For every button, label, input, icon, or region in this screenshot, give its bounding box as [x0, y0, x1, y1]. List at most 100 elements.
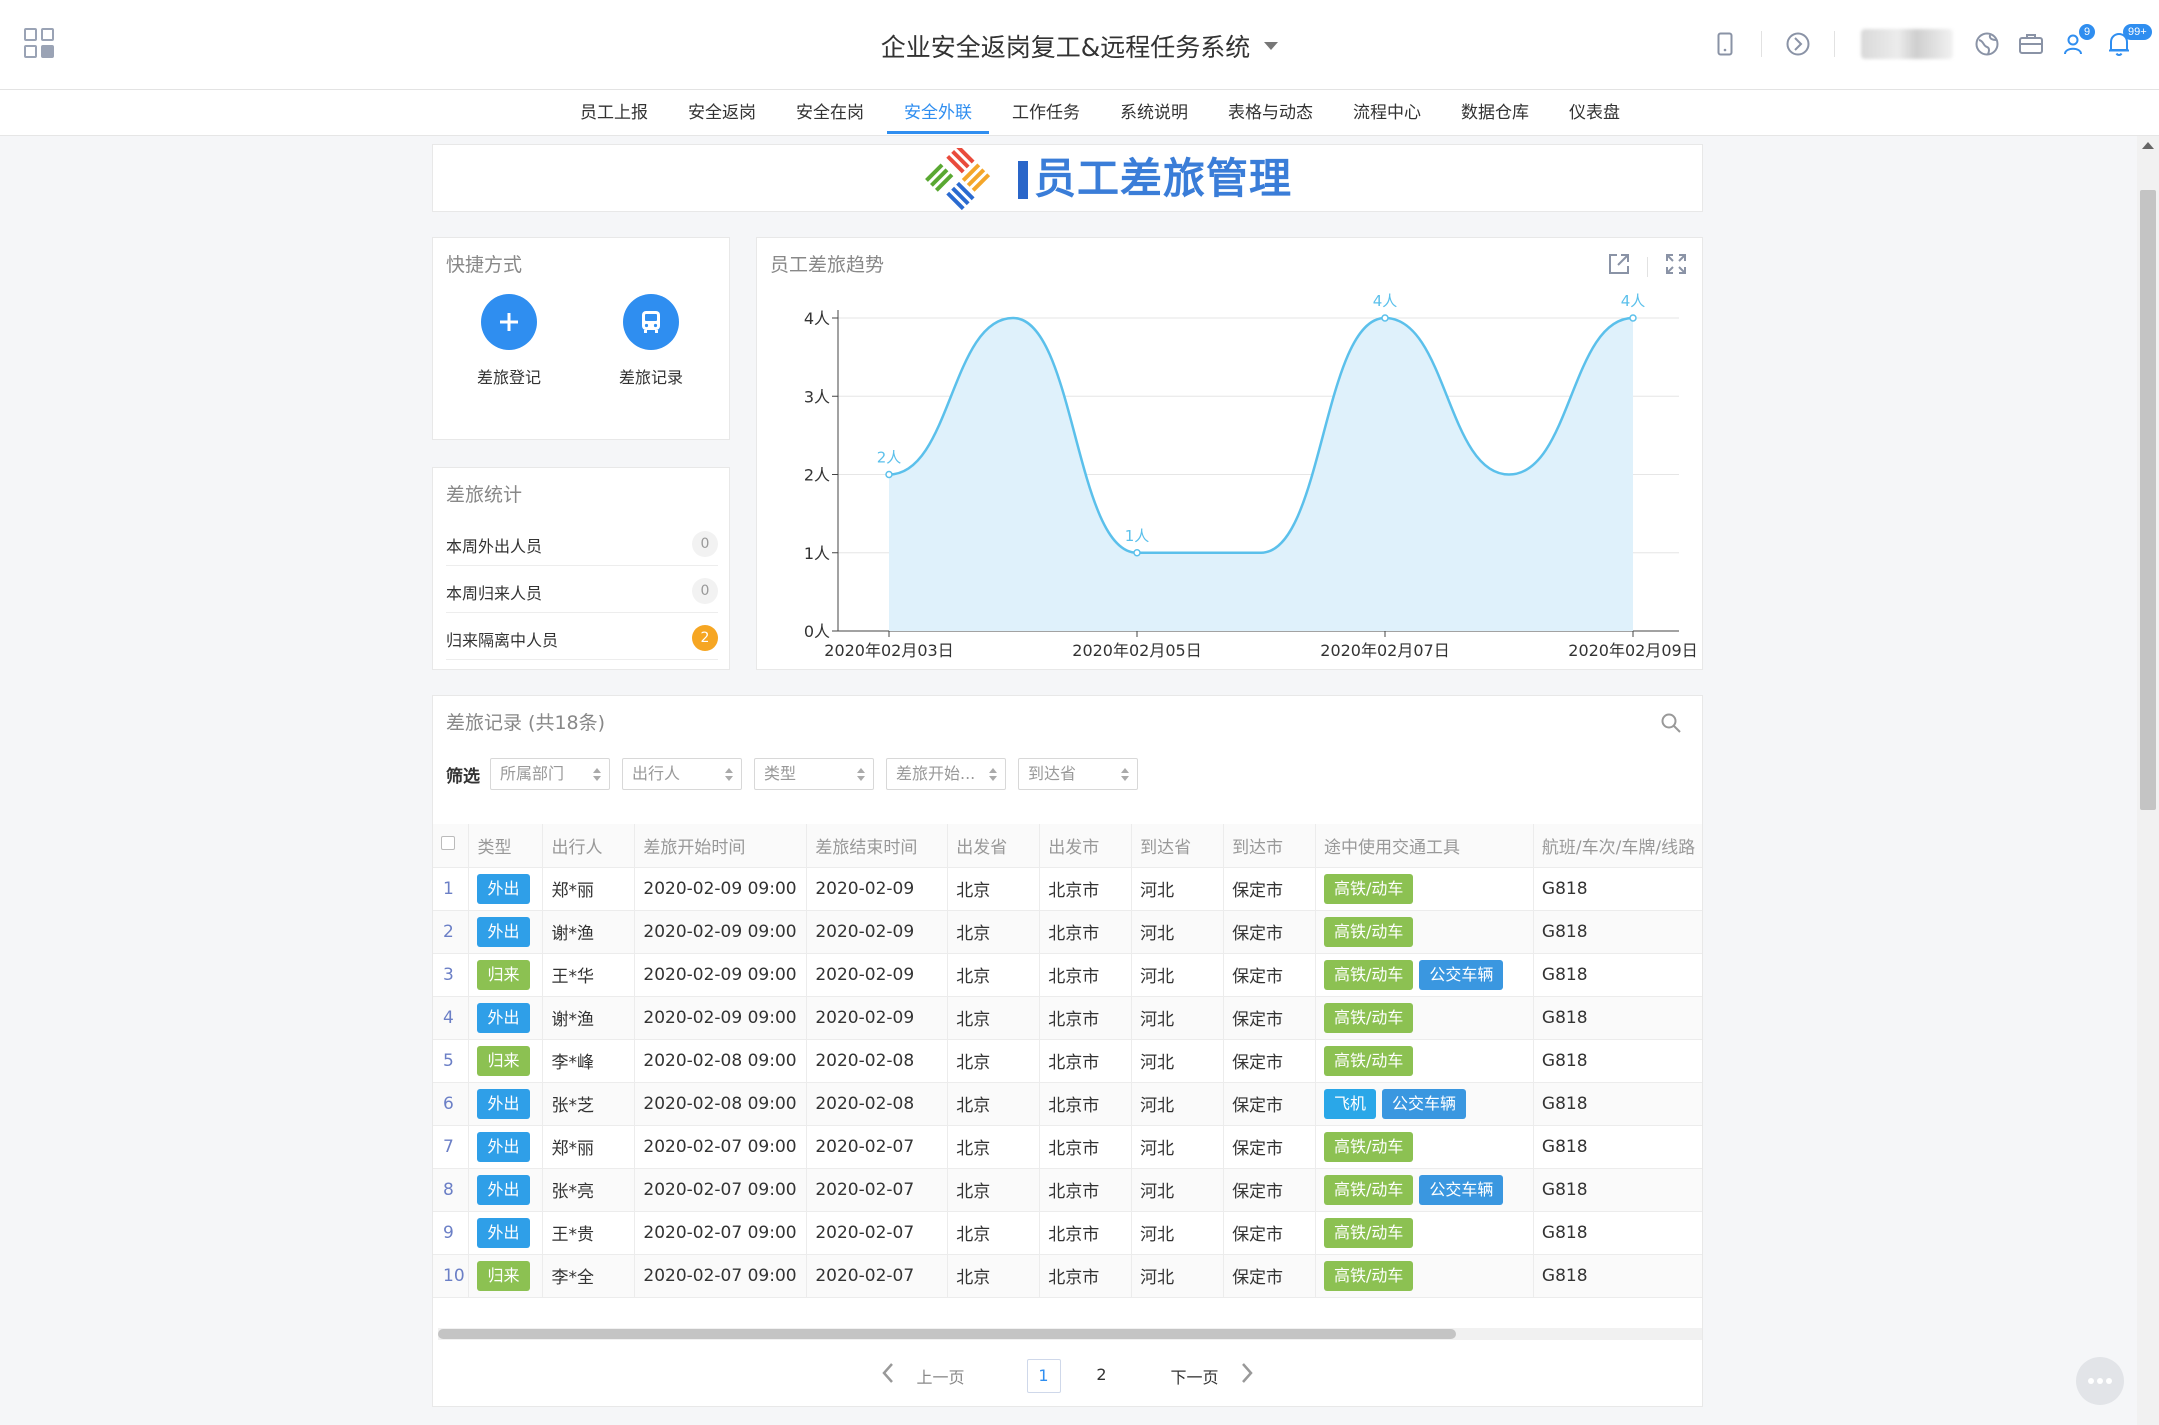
- transport-cell: 高铁/动车 公交车辆: [1315, 953, 1534, 997]
- user-avatar[interactable]: [1861, 29, 1953, 59]
- stat-label: 归来隔离中人员: [446, 631, 559, 650]
- filter-department-select[interactable]: 所属部门: [490, 758, 610, 790]
- page-2-button[interactable]: 2: [1085, 1359, 1119, 1393]
- table-row[interactable]: 8 外出 张*亮 2020-02-07 09:00 2020-02-07 北京 北京市 河北保…: [433, 1168, 1702, 1212]
- y-tick-label: 2人: [804, 466, 830, 485]
- transport-cell: 高铁/动车: [1315, 1125, 1534, 1169]
- table-row[interactable]: 1 外出 郑*丽 2020-02-09 09:00 2020-02-09 北京 北京市 河北保…: [433, 867, 1702, 911]
- type-cell: 外出: [468, 867, 544, 911]
- to-city-cell: 保定市: [1223, 996, 1316, 1040]
- horizontal-scrollbar-thumb[interactable]: [438, 1329, 1456, 1339]
- to-province-cell: 河北: [1131, 1082, 1225, 1126]
- table-row[interactable]: 4 外出 谢*渔 2020-02-09 09:00 2020-02-09 北京 北京市 河北保…: [433, 996, 1702, 1040]
- table-body: 1 外出 郑*丽 2020-02-09 09:00 2020-02-09 北京 北京市 河北保…: [433, 867, 1702, 1298]
- type-cell: 外出: [468, 910, 544, 954]
- chevron-right-icon[interactable]: [1239, 1361, 1255, 1391]
- page-scrollbar[interactable]: [2137, 136, 2159, 1425]
- globe-icon[interactable]: [1965, 22, 2009, 66]
- search-icon[interactable]: [1660, 712, 1682, 739]
- nav-tab-9[interactable]: 仪表盘: [1549, 90, 1640, 136]
- nav-tab-6[interactable]: 表格与动态: [1208, 90, 1333, 136]
- scroll-up-arrow-icon[interactable]: [2142, 142, 2154, 149]
- select-all-checkbox[interactable]: [441, 836, 455, 851]
- from-city-cell: 北京市: [1039, 1254, 1133, 1298]
- from-city-cell: 北京市: [1039, 1082, 1133, 1126]
- stat-row-outgoing[interactable]: 本周外出人员 0: [446, 520, 718, 566]
- nav-tab-3[interactable]: 安全外联: [884, 90, 992, 136]
- nav-tab-0[interactable]: 员工上报: [560, 90, 668, 136]
- type-cell: 外出: [468, 1211, 544, 1255]
- table-row[interactable]: 3 归来 王*华 2020-02-09 09:00 2020-02-09 北京 北京市 河北保…: [433, 953, 1702, 997]
- to-province-cell: 河北: [1131, 1211, 1225, 1255]
- to-city-cell: 保定市: [1223, 953, 1316, 997]
- nav-tab-2[interactable]: 安全在岗: [776, 90, 884, 136]
- user-group-icon[interactable]: 9: [2053, 22, 2097, 66]
- type-tag: 外出: [477, 1088, 530, 1119]
- transport-cell: 高铁/动车: [1315, 1211, 1534, 1255]
- transport-tag: 高铁/动车: [1323, 1260, 1414, 1291]
- to-province-cell: 河北: [1131, 996, 1225, 1040]
- module-banner: 员工差旅管理: [432, 144, 1703, 212]
- to-city-cell: 保定市: [1223, 1254, 1316, 1298]
- x-tick-label: 2020年02月07日: [1320, 641, 1449, 660]
- mobile-icon[interactable]: [1703, 22, 1747, 66]
- from-city-cell: 北京市: [1039, 1125, 1133, 1169]
- table-row[interactable]: 6 外出 张*芝 2020-02-08 09:00 2020-02-08 北京 北京市 河北保…: [433, 1082, 1702, 1126]
- bell-icon[interactable]: 99+: [2097, 22, 2152, 66]
- data-label: 1人: [1125, 527, 1150, 545]
- chevron-down-icon[interactable]: [1264, 42, 1279, 50]
- transport-cell: 高铁/动车: [1315, 910, 1534, 954]
- chevron-left-icon[interactable]: [880, 1361, 896, 1391]
- filter-traveler-select[interactable]: 出行人: [622, 758, 742, 790]
- travel-register-button[interactable]: 差旅登记: [459, 294, 559, 388]
- route-cell: G818: [1533, 1125, 1702, 1169]
- next-page-link[interactable]: 下一页: [1171, 1364, 1219, 1388]
- nav-tab-8[interactable]: 数据仓库: [1441, 90, 1549, 136]
- divider: [1834, 31, 1835, 57]
- table-row[interactable]: 9 外出 王*贵 2020-02-07 09:00 2020-02-07 北京 北京市 河北保…: [433, 1211, 1702, 1255]
- nav-tab-7[interactable]: 流程中心: [1333, 90, 1441, 136]
- filter-type-select[interactable]: 类型: [754, 758, 874, 790]
- nav-tab-5[interactable]: 系统说明: [1100, 90, 1208, 136]
- nav-tab-4[interactable]: 工作任务: [992, 90, 1100, 136]
- table-row[interactable]: 10 归来 李*全 2020-02-07 09:00 2020-02-07 北京 北京市 河北…: [433, 1254, 1702, 1298]
- table-horizontal-scrollbar[interactable]: [438, 1328, 1702, 1340]
- briefcase-icon[interactable]: [2009, 22, 2053, 66]
- type-tag: 归来: [477, 1045, 530, 1076]
- end-time-cell: 2020-02-08: [806, 1039, 949, 1083]
- from-city-cell: 北京市: [1039, 1211, 1133, 1255]
- travel-records-button[interactable]: 差旅记录: [601, 294, 701, 388]
- page-1-button[interactable]: 1: [1026, 1359, 1061, 1393]
- stat-row-quarantine[interactable]: 归来隔离中人员 2: [446, 614, 718, 660]
- end-time-cell: 2020-02-07: [806, 1125, 949, 1169]
- select-all-checkbox-cell[interactable]: [433, 824, 470, 868]
- to-province-cell: 河北: [1131, 953, 1225, 997]
- from-province-cell: 北京: [947, 953, 1041, 997]
- type-cell: 归来: [468, 1254, 544, 1298]
- table-row[interactable]: 5 归来 李*峰 2020-02-08 09:00 2020-02-08 北京 北京市 河北保…: [433, 1039, 1702, 1083]
- type-tag: 归来: [477, 1260, 530, 1291]
- end-time-cell: 2020-02-07: [806, 1211, 949, 1255]
- row-index: 10: [433, 1254, 470, 1298]
- start-time-cell: 2020-02-07 09:00: [634, 1168, 808, 1212]
- floating-chat-button[interactable]: [2076, 1357, 2124, 1405]
- x-tick-label: 2020年02月05日: [1072, 641, 1201, 660]
- filter-start-time-select[interactable]: 差旅开始...: [886, 758, 1006, 790]
- compass-icon[interactable]: [1776, 22, 1820, 66]
- more-dots-icon: [2088, 1378, 2112, 1384]
- scrollbar-thumb[interactable]: [2140, 190, 2156, 810]
- end-time-cell: 2020-02-09: [806, 867, 949, 911]
- type-tag: 外出: [477, 916, 530, 947]
- prev-page-link[interactable]: 上一页: [916, 1364, 964, 1388]
- filter-arrival-province-select[interactable]: 到达省: [1018, 758, 1138, 790]
- from-city-cell: 北京市: [1039, 867, 1133, 911]
- nav-tab-1[interactable]: 安全返岗: [668, 90, 776, 136]
- column-header: 到达省: [1131, 824, 1225, 868]
- table-row[interactable]: 2 外出 谢*渔 2020-02-09 09:00 2020-02-09 北京 北京市 河北保…: [433, 910, 1702, 954]
- stat-row-returning[interactable]: 本周归来人员 0: [446, 567, 718, 613]
- route-cell: G818: [1533, 1039, 1702, 1083]
- table-row[interactable]: 7 外出 郑*丽 2020-02-07 09:00 2020-02-07 北京 北京市 河北保…: [433, 1125, 1702, 1169]
- to-province-cell: 河北: [1131, 1039, 1225, 1083]
- travel-trend-chart-panel: 员工差旅趋势 0人 1人 2人 3人 4人 2人 1人 4人 4人 2020年02月03日 2020…: [756, 237, 1703, 670]
- from-city-cell: 北京市: [1039, 996, 1133, 1040]
